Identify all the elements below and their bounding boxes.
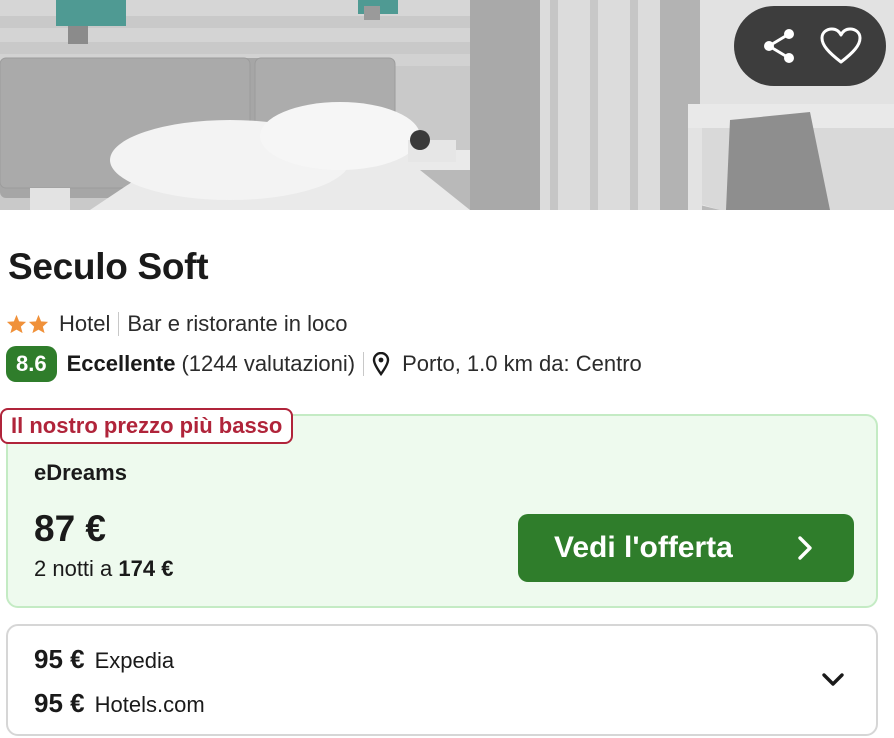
other-offers-card[interactable]: 95 € Expedia 95 € Hotels.com xyxy=(6,624,878,736)
favorite-button[interactable] xyxy=(813,18,869,74)
lowest-price-badge: Il nostro prezzo più basso xyxy=(0,408,294,444)
location-pin-icon xyxy=(372,352,390,376)
chevron-down-icon[interactable] xyxy=(820,670,846,690)
divider xyxy=(118,312,120,336)
rating-location: 8.6 Eccellente (1244 valutazioni) Porto,… xyxy=(6,346,642,382)
star-icon xyxy=(28,314,49,334)
rating-score-badge: 8.6 xyxy=(6,346,57,382)
other-offer-price: 95 € xyxy=(34,644,85,674)
other-offer-price: 95 € xyxy=(34,688,85,718)
hotel-photo[interactable] xyxy=(0,0,894,210)
hotel-name[interactable]: Seculo Soft xyxy=(8,246,209,288)
rating-label: Eccellente xyxy=(66,351,176,376)
star-icon xyxy=(6,314,27,334)
share-icon xyxy=(764,29,794,63)
best-offer-provider: eDreams xyxy=(34,460,127,485)
best-offer-total: 2 notti a 174 € xyxy=(34,556,173,582)
other-offer-row[interactable]: 95 € Expedia xyxy=(34,644,174,675)
view-deal-label: Vedi l'offerta xyxy=(554,531,733,564)
photo-actions xyxy=(734,6,886,86)
hotel-type: Hotel xyxy=(59,311,111,336)
hotel-amenity: Bar e ristorante in loco xyxy=(127,311,348,336)
view-deal-button[interactable]: Vedi l'offerta xyxy=(518,514,854,582)
hotel-location[interactable]: Porto, 1.0 km da: Centro xyxy=(402,351,642,377)
divider xyxy=(363,352,365,376)
star-rating xyxy=(6,314,49,334)
heart-icon xyxy=(820,27,862,64)
hotel-meta: Hotel Bar e ristorante in loco xyxy=(6,310,347,338)
total-prefix: 2 notti a xyxy=(34,556,113,581)
share-button[interactable] xyxy=(751,18,807,74)
other-offer-row[interactable]: 95 € Hotels.com xyxy=(34,688,205,719)
other-offer-provider: Hotels.com xyxy=(94,692,205,717)
best-offer-price: 87 € xyxy=(34,508,107,549)
total-amount: 174 € xyxy=(118,556,174,581)
rating-count[interactable]: (1244 valutazioni) xyxy=(181,351,355,377)
other-offer-provider: Expedia xyxy=(94,648,175,673)
chevron-right-icon xyxy=(798,536,812,560)
